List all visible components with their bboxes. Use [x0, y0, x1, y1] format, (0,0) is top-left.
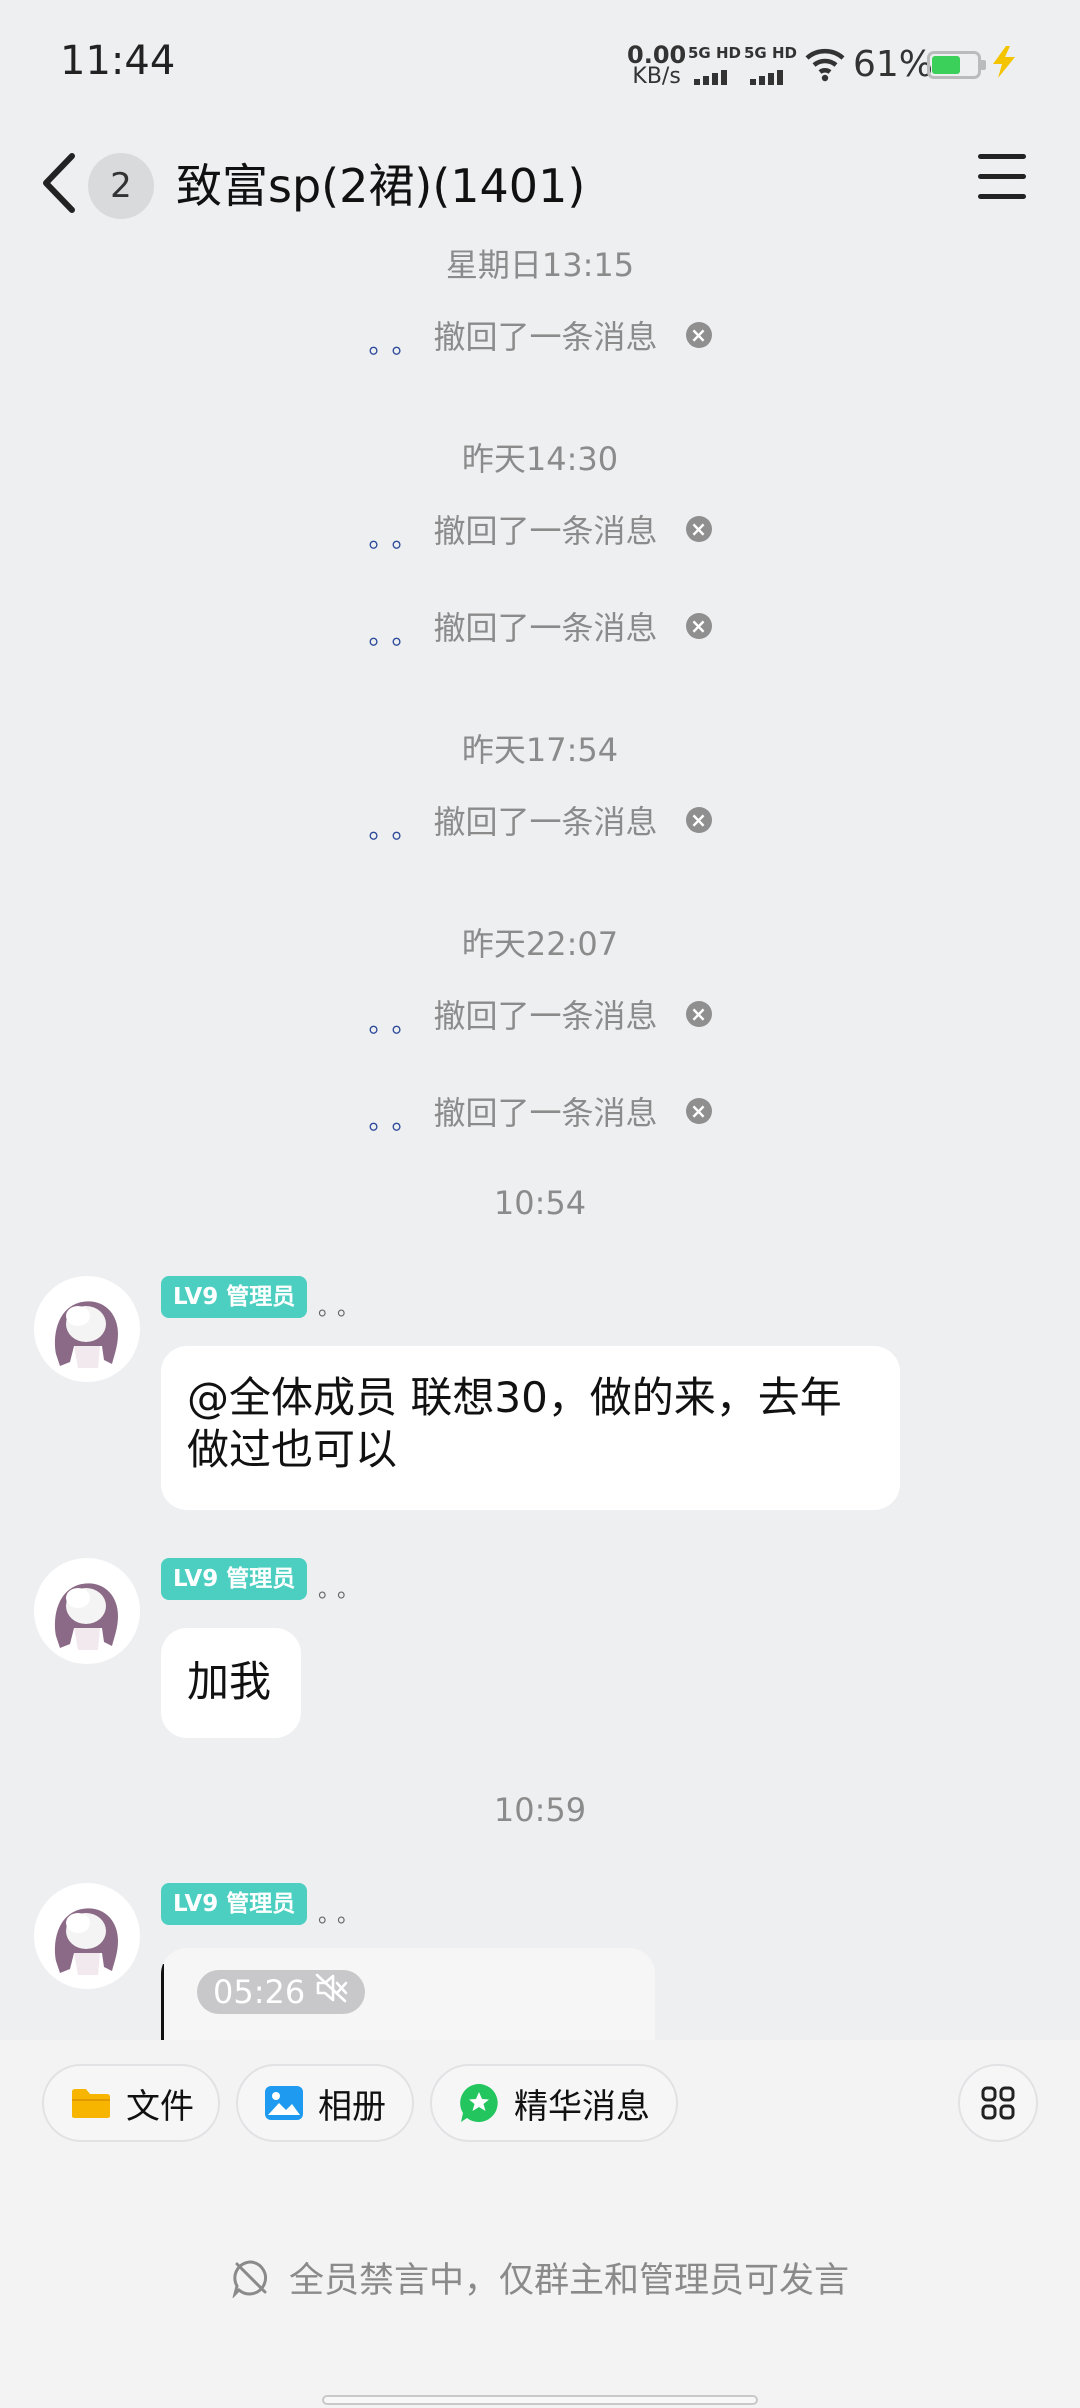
- image-icon: [264, 2085, 304, 2121]
- video-duration-pill: 05:26: [197, 1970, 366, 2014]
- chat-header: 2 致富sp(2裙)(1401): [0, 130, 1080, 240]
- unread-count-badge[interactable]: 2: [88, 153, 154, 219]
- close-icon[interactable]: ×: [685, 1001, 712, 1027]
- recall-text: 撤回了一条消息: [433, 609, 658, 647]
- more-apps-button[interactable]: [958, 2064, 1038, 2142]
- timestamp: 10:59: [493, 1791, 587, 1829]
- grid-icon: [981, 2086, 1015, 2120]
- recall-nickname[interactable]: 。。: [368, 1003, 427, 1040]
- sender-name[interactable]: 。。: [318, 1290, 367, 1322]
- home-indicator[interactable]: [322, 2395, 758, 2405]
- recall-nickname[interactable]: 。。: [368, 1100, 427, 1137]
- wifi-icon: [804, 46, 846, 86]
- charging-bolt-icon: [990, 45, 1018, 83]
- net-speed-unit: KB/s: [632, 64, 681, 89]
- timestamp: 昨天22:07: [461, 925, 619, 963]
- essence-messages-button[interactable]: 精华消息: [430, 2064, 678, 2142]
- recall-nickname[interactable]: 。。: [368, 809, 427, 846]
- avatar[interactable]: [34, 1276, 140, 1382]
- mute-chat-icon: [231, 2258, 271, 2298]
- recall-nickname[interactable]: 。。: [368, 324, 427, 361]
- battery-icon: [927, 51, 986, 79]
- recall-nickname[interactable]: 。。: [368, 615, 427, 652]
- timestamp: 昨天17:54: [461, 731, 619, 769]
- avatar[interactable]: [34, 1558, 140, 1664]
- close-icon[interactable]: ×: [685, 516, 712, 542]
- timestamp: 10:54: [493, 1184, 587, 1222]
- sim2-label: 5G HD: [744, 44, 797, 62]
- video-duration: 05:26: [213, 1973, 306, 2011]
- sim1-label: 5G HD: [688, 44, 741, 62]
- bottom-panel: 文件 相册 精华消息: [0, 2040, 1080, 2408]
- sim2-signal-icon: 5G HD: [744, 44, 804, 85]
- close-icon[interactable]: ×: [685, 613, 712, 639]
- recall-nickname[interactable]: 。。: [368, 518, 427, 555]
- recall-text: 撤回了一条消息: [433, 1094, 658, 1132]
- recall-notice: 。。 撤回了一条消息 ×: [0, 310, 1080, 360]
- sender-name[interactable]: 。。: [318, 1572, 367, 1604]
- recall-text: 撤回了一条消息: [433, 318, 658, 356]
- battery-percent: 61%: [853, 44, 934, 85]
- status-bar: 11:44 0.00 KB/s 5G HD 5G HD 61%: [0, 0, 1080, 130]
- role-badge: LV9 管理员: [161, 1276, 308, 1318]
- net-speed: 0.00 KB/s: [627, 41, 687, 89]
- essence-label: 精华消息: [514, 2086, 650, 2127]
- menu-icon[interactable]: [978, 154, 1030, 204]
- recall-notice: 。。 撤回了一条消息 ×: [0, 601, 1080, 651]
- recall-notice: 。。 撤回了一条消息 ×: [0, 989, 1080, 1039]
- file-button[interactable]: 文件: [42, 2064, 220, 2142]
- role-badge: LV9 管理员: [161, 1883, 308, 1925]
- sim1-signal-icon: 5G HD: [688, 44, 748, 85]
- timestamp: 星期日13:15: [445, 246, 635, 284]
- close-icon[interactable]: ×: [685, 322, 712, 348]
- recall-notice: 。。 撤回了一条消息 ×: [0, 504, 1080, 554]
- timestamp: 昨天14:30: [461, 440, 619, 478]
- mute-icon[interactable]: [315, 1970, 349, 2014]
- album-button[interactable]: 相册: [236, 2064, 414, 2142]
- muted-text: 全员禁言中，仅群主和管理员可发言: [288, 2261, 849, 2301]
- clock: 11:44: [60, 38, 176, 84]
- net-speed-value: 0.00: [627, 41, 687, 69]
- sender-name[interactable]: 。。: [318, 1897, 367, 1929]
- recall-text: 撤回了一条消息: [433, 512, 658, 550]
- star-chat-icon: [458, 2082, 500, 2124]
- recall-text: 撤回了一条消息: [433, 803, 658, 841]
- group-title[interactable]: 致富sp(2裙)(1401): [176, 150, 585, 216]
- message-bubble[interactable]: 加我: [161, 1628, 301, 1738]
- recall-notice: 。。 撤回了一条消息 ×: [0, 1086, 1080, 1136]
- close-icon[interactable]: ×: [685, 1098, 712, 1124]
- chat-screen: 11:44 0.00 KB/s 5G HD 5G HD 61% 2 致富sp(2…: [0, 0, 1080, 2408]
- album-label: 相册: [318, 2086, 386, 2127]
- muted-notice: 全员禁言中，仅群主和管理员可发言: [0, 2252, 1080, 2303]
- back-button[interactable]: [40, 148, 80, 218]
- folder-icon: [70, 2086, 112, 2120]
- message-bubble[interactable]: @全体成员 联想30，做的来，去年做过也可以: [161, 1346, 900, 1510]
- avatar[interactable]: [34, 1883, 140, 1989]
- role-badge: LV9 管理员: [161, 1558, 308, 1600]
- close-icon[interactable]: ×: [685, 807, 712, 833]
- recall-text: 撤回了一条消息: [433, 997, 658, 1035]
- recall-notice: 。。 撤回了一条消息 ×: [0, 795, 1080, 845]
- file-label: 文件: [126, 2086, 194, 2127]
